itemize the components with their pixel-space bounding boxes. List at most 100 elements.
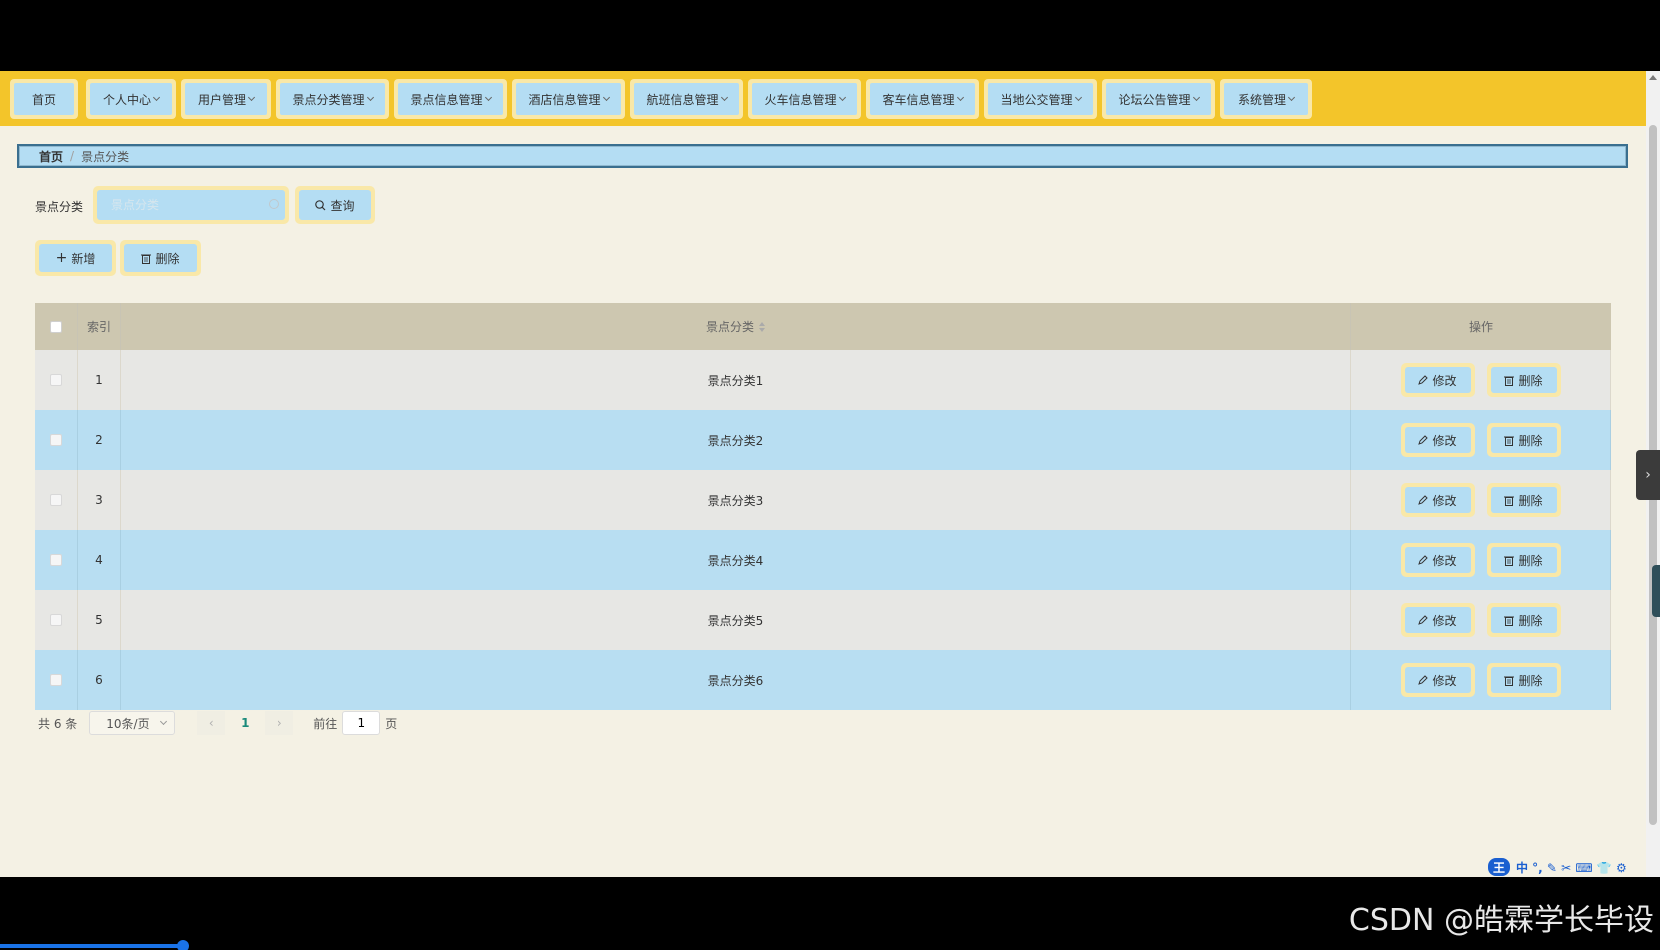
row-operations: 修改 删除 — [1351, 650, 1611, 710]
table-row: 6 景点分类6 修改 删除 — [35, 650, 1611, 710]
row-index: 3 — [78, 470, 121, 530]
nav-item-2[interactable]: 用户管理 — [181, 79, 271, 119]
nav-item-5[interactable]: 酒店信息管理 — [512, 79, 625, 119]
nav-item-label: 首页 — [31, 92, 56, 107]
row-select-cell — [35, 350, 78, 410]
row-delete-button[interactable]: 删除 — [1486, 423, 1561, 457]
nav-item-label: 景点信息管理 — [410, 92, 483, 107]
batch-delete-label: 删除 — [155, 251, 180, 266]
row-checkbox[interactable] — [50, 674, 62, 686]
nav-item-1[interactable]: 个人中心 — [86, 79, 176, 119]
row-edit-label: 修改 — [1432, 373, 1457, 388]
row-edit-button[interactable]: 修改 — [1400, 603, 1475, 637]
sort-icon[interactable] — [759, 321, 765, 332]
goto-page-input[interactable] — [342, 711, 381, 735]
search-input[interactable] — [97, 190, 285, 220]
table-row: 1 景点分类1 修改 删除 — [35, 350, 1611, 410]
scroll-up-icon[interactable] — [1649, 75, 1657, 80]
row-delete-button[interactable]: 删除 — [1486, 603, 1561, 637]
nav-item-4[interactable]: 景点信息管理 — [394, 79, 507, 119]
ime-mode-icons[interactable]: 中 °, ✎ ✂ ⌨ 👕 ⚙ — [1516, 859, 1627, 876]
query-button[interactable]: 查询 — [295, 186, 375, 224]
nav-item-inner: 景点分类管理 — [280, 83, 385, 115]
row-checkbox[interactable] — [50, 554, 62, 566]
page-suffix: 页 — [385, 716, 398, 731]
add-button[interactable]: + 新增 — [35, 240, 116, 276]
header-operations: 操作 — [1468, 320, 1493, 334]
chevron-down-icon — [152, 93, 161, 102]
select-all-checkbox[interactable] — [50, 320, 62, 333]
row-delete-button[interactable]: 删除 — [1486, 483, 1561, 517]
chevron-down-icon — [366, 93, 374, 102]
nav-item-7[interactable]: 火车信息管理 — [748, 79, 861, 119]
row-checkbox[interactable] — [50, 494, 62, 506]
row-name: 景点分类5 — [121, 590, 1351, 650]
top-nav: 首页 个人中心 用户管理 景点分类管理 景点信息管理 酒店信息管理 航班信息管理 火车信息管理… — [0, 71, 1646, 126]
row-edit-button[interactable]: 修改 — [1400, 663, 1475, 697]
video-progress-bar[interactable] — [0, 944, 185, 948]
goto-label: 前往 — [313, 716, 338, 731]
row-delete-button[interactable]: 删除 — [1486, 363, 1561, 397]
nav-item-inner: 航班信息管理 — [634, 83, 739, 115]
edit-icon — [1418, 675, 1429, 685]
row-name: 景点分类6 — [121, 650, 1351, 710]
side-handle[interactable] — [1652, 565, 1660, 617]
trash-icon — [1504, 496, 1515, 506]
row-delete-button[interactable]: 删除 — [1486, 543, 1561, 577]
row-delete-button[interactable]: 删除 — [1486, 663, 1561, 697]
row-edit-label: 修改 — [1432, 553, 1457, 568]
nav-item-10[interactable]: 论坛公告管理 — [1102, 79, 1215, 119]
row-select-cell — [35, 530, 78, 590]
breadcrumb-current: 景点分类 — [81, 149, 130, 164]
breadcrumb-home[interactable]: 首页 — [39, 148, 63, 165]
table-row: 4 景点分类4 修改 删除 — [35, 530, 1611, 590]
row-checkbox[interactable] — [50, 434, 62, 446]
nav-item-0[interactable]: 首页 — [10, 79, 78, 119]
category-table: 索引 景点分类 操作 1 景点分类1 修改 删除 2 景点分类2 修改 删除 3 景点分类3 修改删… — [35, 303, 1611, 710]
trash-icon — [1504, 376, 1515, 386]
nav-item-3[interactable]: 景点分类管理 — [276, 79, 389, 119]
video-progress-handle[interactable] — [177, 940, 189, 950]
row-name: 景点分类1 — [121, 350, 1351, 410]
row-edit-button[interactable]: 修改 — [1400, 483, 1475, 517]
search-icon — [315, 199, 326, 210]
edit-icon — [1418, 555, 1429, 565]
row-name: 景点分类3 — [121, 470, 1351, 530]
row-index: 6 — [78, 650, 121, 710]
plus-icon: + — [55, 250, 68, 266]
breadcrumb: 首页 / 景点分类 — [17, 144, 1628, 168]
chevron-down-icon — [484, 93, 492, 102]
row-edit-button[interactable]: 修改 — [1400, 543, 1475, 577]
side-panel-toggle[interactable]: › — [1636, 450, 1660, 500]
nav-item-label: 景点分类管理 — [292, 92, 365, 107]
header-name[interactable]: 景点分类 — [121, 303, 1351, 350]
nav-item-9[interactable]: 当地公交管理 — [984, 79, 1097, 119]
nav-item-label: 航班信息管理 — [646, 92, 719, 107]
nav-item-inner: 用户管理 — [185, 83, 267, 115]
pagination-total: 共 6 条 — [38, 716, 78, 731]
search-field — [93, 186, 289, 224]
chevron-down-icon — [720, 93, 728, 102]
batch-delete-button[interactable]: 删除 — [120, 240, 201, 276]
nav-item-inner: 论坛公告管理 — [1106, 83, 1211, 115]
nav-item-label: 酒店信息管理 — [528, 92, 601, 107]
nav-item-6[interactable]: 航班信息管理 — [630, 79, 743, 119]
nav-item-8[interactable]: 客车信息管理 — [866, 79, 979, 119]
page-number-current[interactable]: 1 — [225, 711, 266, 735]
row-checkbox[interactable] — [50, 614, 62, 626]
header-select-all — [35, 303, 78, 350]
row-edit-button[interactable]: 修改 — [1400, 423, 1475, 457]
page-size-select[interactable]: 10条/页 — [89, 711, 176, 735]
ime-toolbar[interactable]: 王 中 °, ✎ ✂ ⌨ 👕 ⚙ — [1488, 858, 1627, 876]
ime-logo-icon[interactable]: 王 — [1488, 858, 1510, 876]
row-index: 2 — [78, 410, 121, 470]
nav-item-label: 论坛公告管理 — [1118, 92, 1191, 107]
nav-item-11[interactable]: 系统管理 — [1220, 79, 1312, 119]
row-edit-label: 修改 — [1432, 673, 1457, 688]
row-edit-button[interactable]: 修改 — [1400, 363, 1475, 397]
next-page-button[interactable]: › — [265, 711, 294, 735]
page-size-value: 10条/页 — [106, 716, 150, 731]
prev-page-button[interactable]: ‹ — [197, 711, 226, 735]
row-checkbox[interactable] — [50, 374, 62, 386]
nav-item-label: 系统管理 — [1237, 92, 1286, 107]
